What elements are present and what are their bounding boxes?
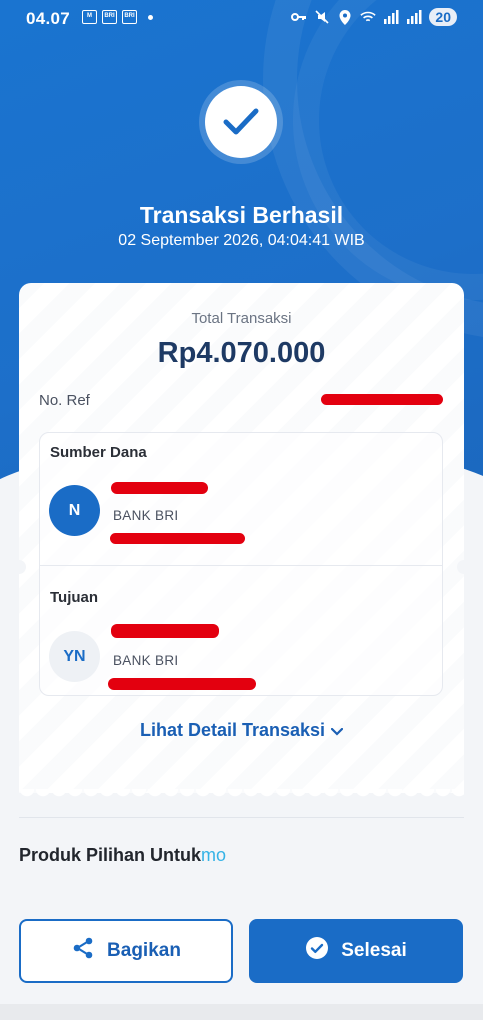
destination-section-label: Tujuan bbox=[50, 589, 99, 606]
receipt-notch-right bbox=[457, 560, 471, 574]
view-transaction-detail-label: Lihat Detail Transaksi bbox=[139, 720, 326, 740]
receipt-notch-left bbox=[12, 560, 26, 574]
share-button-label: Bagikan bbox=[107, 940, 181, 961]
status-system-icons: 20 bbox=[291, 8, 457, 26]
transaction-datetime: 02 September 2026, 04:04:41 WIB bbox=[118, 232, 365, 249]
destination-name-redaction bbox=[111, 624, 219, 638]
signal-icon-2 bbox=[406, 9, 422, 25]
system-navigation-bar bbox=[0, 1004, 483, 1020]
check-circle-icon bbox=[305, 936, 329, 966]
more-notifications-dot-icon bbox=[148, 14, 153, 20]
recommended-products-heading: Produk Pilihan Untukmo bbox=[19, 845, 226, 866]
destination-avatar: YN bbox=[49, 631, 100, 682]
parties-divider bbox=[39, 565, 443, 566]
reference-number-redaction bbox=[321, 394, 443, 405]
share-icon bbox=[71, 936, 95, 966]
mute-icon bbox=[314, 9, 330, 25]
transaction-success-screen: 04.07 M BRI BRI 20 Transaksi Berhasil 02… bbox=[0, 0, 483, 1020]
total-label: Total Transaksi bbox=[191, 310, 292, 327]
location-icon bbox=[337, 9, 353, 25]
view-transaction-detail-link[interactable]: Lihat Detail Transaksi bbox=[0, 720, 483, 741]
success-check-icon bbox=[205, 86, 277, 158]
source-bank: BANK BRI bbox=[113, 508, 179, 523]
battery-level-badge: 20 bbox=[429, 8, 457, 26]
recommended-products-title: Produk Pilihan Untuk bbox=[19, 845, 202, 865]
done-button[interactable]: Selesai bbox=[249, 919, 463, 983]
total-amount: Rp4.070.000 bbox=[157, 337, 326, 369]
receipt-card-torn-edge bbox=[19, 789, 464, 801]
source-name-redaction bbox=[111, 482, 208, 494]
recommended-products-suffix: mo bbox=[201, 845, 227, 865]
reference-label: No. Ref bbox=[39, 392, 90, 409]
success-title: Transaksi Berhasil bbox=[139, 202, 344, 228]
destination-bank: BANK BRI bbox=[113, 653, 179, 668]
status-time: 04.07 bbox=[26, 9, 71, 28]
done-button-label: Selesai bbox=[341, 940, 407, 961]
share-button[interactable]: Bagikan bbox=[19, 919, 233, 983]
source-avatar: N bbox=[49, 485, 100, 536]
key-icon bbox=[291, 9, 307, 25]
destination-account-redaction bbox=[108, 678, 256, 690]
section-divider bbox=[19, 817, 464, 818]
chevron-down-icon bbox=[330, 720, 344, 741]
source-account-redaction bbox=[110, 533, 245, 544]
bri-app-icon: BRI bbox=[102, 10, 117, 24]
source-section-label: Sumber Dana bbox=[50, 444, 147, 461]
bri-app-icon-2: BRI bbox=[122, 10, 137, 24]
status-bar: 04.07 M BRI BRI 20 bbox=[0, 0, 483, 36]
gmail-icon: M bbox=[82, 10, 97, 24]
status-notification-icons: M BRI BRI bbox=[82, 10, 153, 24]
signal-icon bbox=[383, 9, 399, 25]
wifi-icon bbox=[360, 9, 377, 25]
